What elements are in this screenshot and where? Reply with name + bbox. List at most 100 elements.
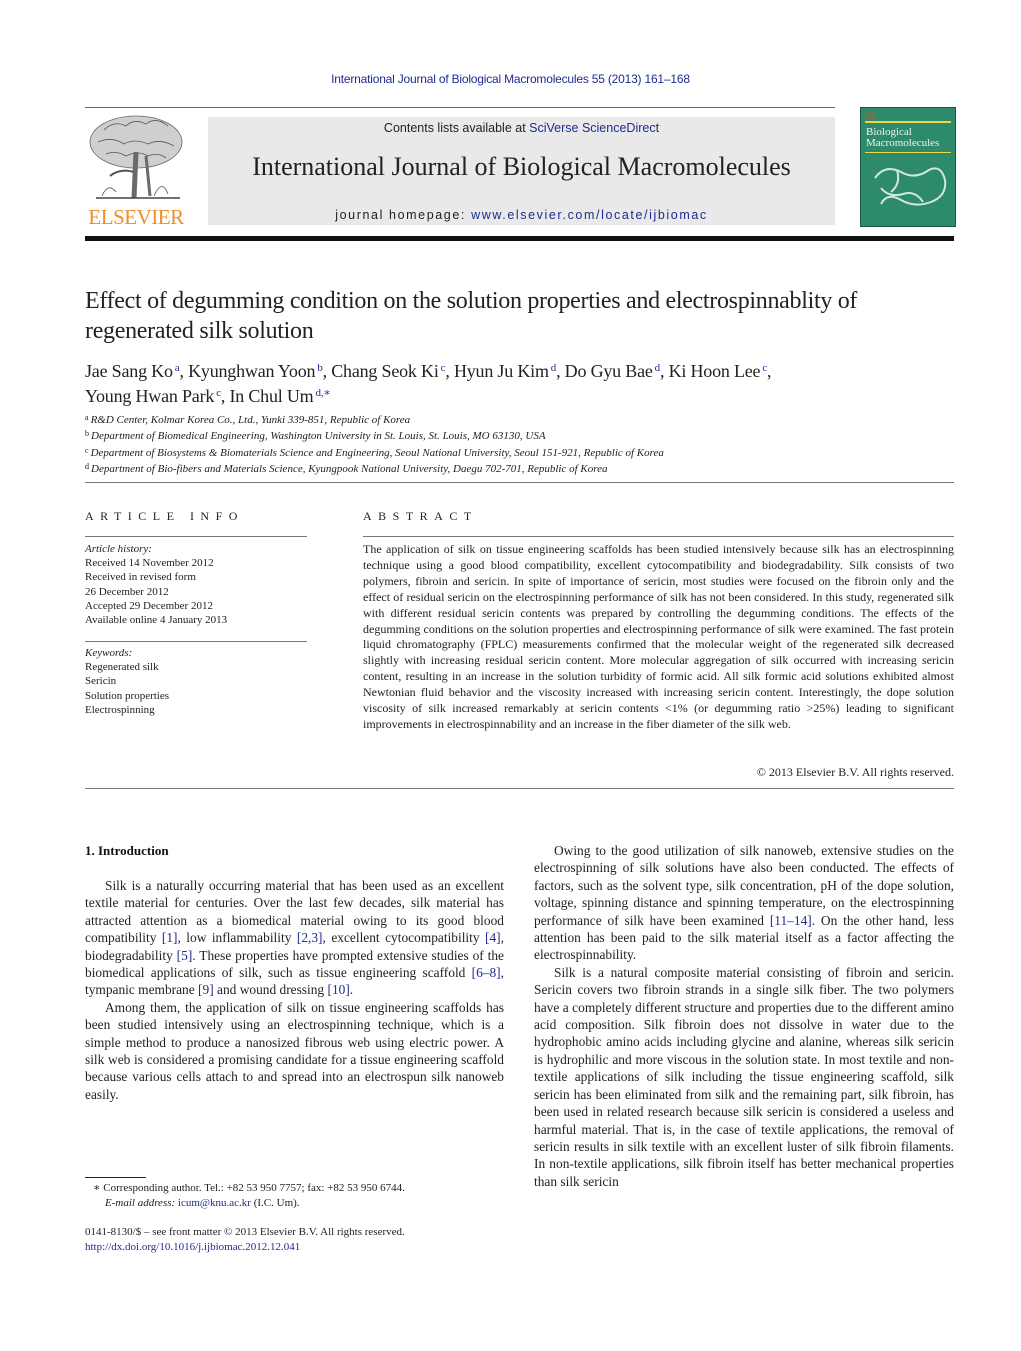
author-name[interactable]: Hyun Ju Kim: [454, 361, 549, 381]
email-line: E-mail address: icum@knu.ac.kr (I.C. Um)…: [85, 1196, 505, 1211]
cover-accent-band: [865, 121, 951, 123]
affiliation-item: d Department of Bio-fibers and Materials …: [85, 460, 965, 476]
paragraph-text: and wound dressing: [213, 982, 328, 998]
citation-link[interactable]: [9]: [198, 982, 214, 997]
paragraph-text: , excellent cytocompatibility: [322, 930, 486, 946]
affiliation-item: a R&D Center, Kolmar Korea Co., Ltd., Yun…: [85, 411, 965, 427]
citation-link[interactable]: [2,3]: [297, 930, 323, 945]
body-paragraph: Silk is a natural composite material con…: [534, 964, 954, 1190]
keywords-block: Keywords: Regenerated silk Sericin Solutio…: [85, 646, 307, 717]
body-paragraph: Owing to the good utilization of silk na…: [534, 842, 954, 964]
keyword-list: Regenerated silk Sericin Solution properti…: [85, 660, 307, 717]
body-column-right: Owing to the good utilization of silk na…: [534, 842, 954, 1190]
elsevier-logo[interactable]: ELSEVIER: [84, 112, 188, 230]
affiliation-item: c Department of Biosystems & Biomaterials…: [85, 444, 965, 460]
history-list: Received 14 November 2012 Received in rev…: [85, 556, 307, 627]
author-list: Jae Sang Ko a, Kyunghwan Yoon b, Chang Seo…: [85, 357, 965, 407]
email-label: E-mail address:: [105, 1197, 178, 1209]
history-item: Received in revised form: [85, 571, 196, 584]
affiliation-text: Department of Biosystems & Biomaterials …: [90, 446, 664, 459]
contents-availability: Contents lists available at SciVerse Sci…: [208, 121, 835, 135]
header-rule: [85, 107, 835, 108]
keyword-item: Regenerated silk: [85, 661, 159, 674]
issn-doi-block: 0141-8130/$ – see front matter © 2013 El…: [85, 1225, 505, 1255]
homepage-prefix: journal homepage:: [335, 208, 472, 222]
section-divider: [85, 482, 954, 483]
author-separator: ,: [445, 361, 454, 381]
journal-name: International Journal of Biological Macr…: [252, 152, 791, 181]
body-divider: [85, 788, 954, 789]
paragraph-text: Silk is a natural composite material con…: [534, 964, 954, 1189]
author-name[interactable]: In Chul Um: [229, 386, 313, 406]
author-name[interactable]: Jae Sang Ko: [85, 361, 173, 381]
keywords-rule: [85, 641, 307, 642]
doi-link[interactable]: http://dx.doi.org/10.1016/j.ijbiomac.201…: [85, 1241, 300, 1253]
article-title: Effect of degumming condition on the sol…: [85, 288, 858, 344]
history-item: 26 December 2012: [85, 585, 169, 598]
email-suffix: (I.C. Um).: [250, 1197, 300, 1209]
affiliation-key: d: [85, 461, 89, 471]
history-item: Available online 4 January 2013: [85, 614, 228, 627]
author-separator: ,: [767, 361, 772, 381]
abstract-text: The application of silk on tissue engine…: [363, 542, 954, 731]
journal-homepage: journal homepage: www.elsevier.com/locat…: [208, 208, 835, 222]
citation-link[interactable]: [11–14]: [770, 913, 812, 928]
abstract-heading: ABSTRACT: [363, 509, 478, 523]
abstract-copyright: © 2013 Elsevier B.V. All rights reserved…: [756, 765, 954, 779]
masthead-thick-rule: [85, 236, 954, 241]
article-info-heading: ARTICLE INFO: [85, 509, 244, 523]
citation-link[interactable]: [6–8]: [472, 965, 501, 980]
history-item: Accepted 29 December 2012: [85, 599, 213, 612]
sciencedirect-link[interactable]: SciVerse ScienceDirect: [529, 121, 659, 135]
author-name[interactable]: Chang Seok Ki: [331, 361, 439, 381]
journal-homepage-link[interactable]: www.elsevier.com/locate/ijbiomac: [471, 208, 708, 222]
corresponding-author-line: ∗ Corresponding author. Tel.: +82 53 950…: [93, 1182, 405, 1194]
journal-cover-thumbnail[interactable]: Biological Macromolecules: [860, 107, 956, 227]
affiliation-key: c: [85, 445, 89, 455]
article-history: Article history: Received 14 November 20…: [85, 542, 307, 627]
citation-link[interactable]: [4]: [485, 930, 501, 945]
history-item: Received 14 November 2012: [85, 557, 214, 570]
body-column-left: Silk is a naturally occurring material t…: [85, 877, 504, 1103]
corresponding-author-footnote: ∗ Corresponding author. Tel.: +82 53 950…: [85, 1181, 505, 1211]
journal-masthead: Contents lists available at SciVerse Sci…: [208, 117, 835, 225]
citation-link[interactable]: [10]: [327, 982, 349, 997]
author-separator: ,: [179, 361, 189, 381]
body-paragraph: Silk is a naturally occurring material t…: [85, 877, 504, 999]
citation-link[interactable]: [5]: [177, 948, 193, 963]
author-name[interactable]: Do Gyu Bae: [565, 361, 653, 381]
author-separator: ,: [659, 361, 669, 381]
affiliation-key: b: [85, 429, 89, 439]
keywords-label: Keywords:: [85, 647, 133, 659]
author-name[interactable]: Ki Hoon Lee: [669, 361, 761, 381]
cover-title-line2: Macromolecules: [866, 137, 940, 149]
author-name[interactable]: Kyunghwan Yoon: [188, 361, 315, 381]
cover-title: Biological Macromolecules: [866, 127, 939, 149]
author-name[interactable]: Young Hwan Park: [85, 386, 214, 406]
elsevier-tree-icon: [89, 115, 183, 199]
affiliation-item: b Department of Biomedical Engineering, W…: [85, 427, 965, 443]
body-paragraph: Among them, the application of silk on t…: [85, 999, 504, 1103]
affiliation-text: R&D Center, Kolmar Korea Co., Ltd., Yunk…: [90, 414, 411, 426]
paragraph-text: .: [349, 982, 354, 998]
affiliation-key: a: [85, 413, 89, 422]
author-separator: ,: [556, 361, 565, 381]
paragraph-text: Among them, the application of silk on t…: [85, 999, 504, 1102]
email-link[interactable]: icum@knu.ac.kr: [178, 1197, 251, 1209]
citation-link[interactable]: [1]: [162, 930, 178, 945]
keyword-item: Solution properties: [85, 689, 170, 702]
keyword-item: Electrospinning: [85, 703, 155, 716]
article-history-label: Article history:: [85, 543, 152, 555]
author-affiliation-marker[interactable]: d,∗: [316, 387, 331, 399]
issn-line: 0141-8130/$ – see front matter © 2013 El…: [85, 1226, 405, 1238]
affiliation-list: a R&D Center, Kolmar Korea Co., Ltd., Yun…: [85, 411, 965, 476]
affiliation-text: Department of Bio-fibers and Materials S…: [91, 462, 608, 475]
journal-citation-link[interactable]: International Journal of Biological Macr…: [331, 72, 690, 86]
contents-prefix: Contents lists available at: [383, 121, 530, 135]
keyword-item: Sericin: [85, 675, 117, 688]
elsevier-wordmark: ELSEVIER: [88, 205, 184, 229]
article-info-rule: [85, 536, 307, 537]
introduction-heading: 1. Introduction: [85, 843, 169, 858]
paragraph-text: , low inflammability: [177, 930, 297, 946]
running-head-citation[interactable]: International Journal of Biological Macr…: [0, 72, 1021, 86]
